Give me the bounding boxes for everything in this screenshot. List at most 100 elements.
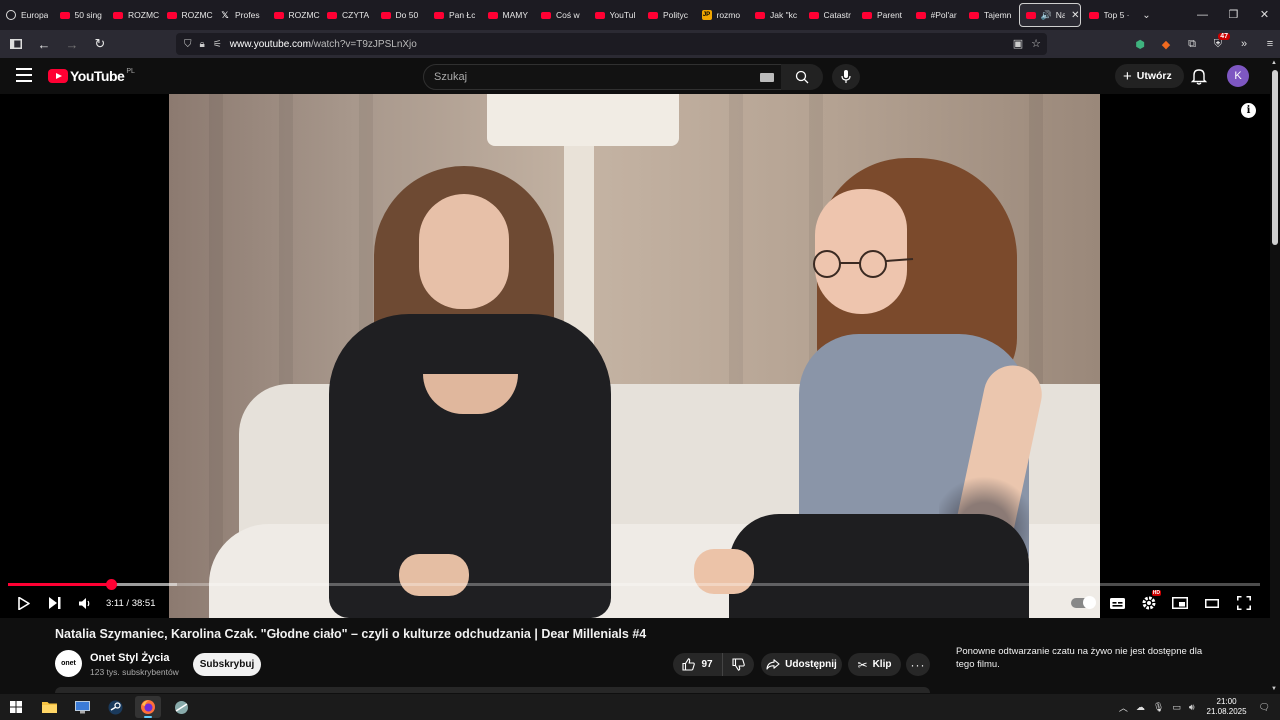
- overflow-chevron-icon[interactable]: »: [1234, 33, 1254, 55]
- browser-tab[interactable]: JP rozmo: [696, 0, 750, 30]
- app-icon[interactable]: [168, 696, 194, 718]
- browser-tab[interactable]: MAMY: [482, 0, 536, 30]
- tray-chevron-up-icon[interactable]: ︿: [1119, 701, 1128, 714]
- browser-tab[interactable]: Tajemn: [963, 0, 1017, 30]
- browser-tab[interactable]: Europa: [0, 0, 54, 30]
- dislike-button[interactable]: [723, 653, 754, 676]
- youtube-icon: [166, 11, 177, 19]
- browser-tab[interactable]: 𝕏 Profes: [214, 0, 268, 30]
- voice-search-button[interactable]: [832, 64, 860, 90]
- scroll-down-icon[interactable]: ▼: [1271, 686, 1277, 692]
- reload-icon[interactable]: ↻: [88, 32, 112, 56]
- fox-extension-icon[interactable]: ◆: [1156, 33, 1176, 55]
- tray-microphone-icon[interactable]: 🎙︎: [1153, 702, 1164, 713]
- bookmark-star-icon[interactable]: ☆: [1031, 37, 1041, 50]
- lock-icon[interactable]: 🔒︎: [200, 39, 205, 50]
- ublock-icon[interactable]: ⛨ 47: [1208, 33, 1230, 55]
- subscribe-button[interactable]: Subskrybuj: [193, 653, 261, 676]
- notifications-icon[interactable]: 🗨︎: [1259, 702, 1270, 713]
- browser-tab-strip: Europa 50 sing ROZMC ROZMC 𝕏 Profes ROZMC…: [0, 0, 1280, 30]
- chevron-down-icon[interactable]: ⌄: [1137, 10, 1157, 21]
- forward-icon[interactable]: →: [60, 32, 84, 56]
- next-icon[interactable]: [46, 592, 64, 614]
- hamburger-icon[interactable]: [16, 68, 32, 82]
- steam-icon[interactable]: [102, 696, 128, 718]
- browser-tab[interactable]: #Pol'ar: [910, 0, 964, 30]
- browser-tab[interactable]: Do 50: [375, 0, 429, 30]
- theater-mode-icon[interactable]: [1202, 592, 1222, 614]
- volume-icon[interactable]: [76, 592, 94, 614]
- remote-desktop-icon[interactable]: [69, 696, 95, 718]
- autoplay-toggle[interactable]: [1071, 596, 1096, 609]
- browser-tab[interactable]: Coś w: [535, 0, 589, 30]
- search-button[interactable]: [781, 64, 823, 90]
- miniplayer-icon[interactable]: [1170, 592, 1190, 614]
- hamburger-menu-icon[interactable]: ≡: [1260, 33, 1280, 55]
- like-button[interactable]: 97: [673, 653, 723, 676]
- play-icon[interactable]: [14, 592, 34, 614]
- network-icon[interactable]: ▭: [1172, 702, 1181, 713]
- back-icon[interactable]: ←: [32, 32, 56, 56]
- browser-tab[interactable]: Polityc: [642, 0, 696, 30]
- firefox-icon[interactable]: [135, 696, 161, 718]
- speaker-icon[interactable]: 🔊: [1041, 10, 1052, 21]
- url-text[interactable]: www.youtube.com/watch?v=T9zJPSLnXjo: [230, 39, 417, 50]
- onedrive-cloud-icon[interactable]: ☁: [1136, 702, 1145, 713]
- channel-avatar[interactable]: onet: [55, 650, 82, 677]
- youtube-icon: [1025, 11, 1036, 19]
- clip-button[interactable]: ✂ Klip: [848, 653, 901, 676]
- browser-tab[interactable]: Pan Łc: [428, 0, 482, 30]
- tab-label: rozmo: [716, 10, 741, 20]
- sidebar-toggle-icon[interactable]: [4, 32, 28, 56]
- permissions-icon[interactable]: ⚟: [213, 39, 222, 50]
- shield-icon[interactable]: ⛉: [184, 39, 192, 50]
- browser-tab[interactable]: YouTul: [589, 0, 643, 30]
- create-button[interactable]: + Utwórz: [1115, 64, 1184, 88]
- address-bar[interactable]: ⛉ 🔒︎ ⚟ www.youtube.com/watch?v=T9zJPSLnX…: [176, 33, 1047, 55]
- more-actions-icon[interactable]: ···: [906, 653, 930, 676]
- channel-name[interactable]: Onet Styl Życia: [90, 652, 169, 664]
- youtube-logo[interactable]: YouTube PL: [48, 68, 135, 84]
- browser-tab[interactable]: ROZMC: [268, 0, 322, 30]
- progress-bar[interactable]: [8, 579, 1260, 590]
- subtitles-icon[interactable]: [1107, 592, 1127, 614]
- shield-extension-icon[interactable]: ⬢: [1130, 33, 1150, 55]
- description-box[interactable]: [55, 687, 930, 693]
- browser-tab[interactable]: Catastr: [803, 0, 857, 30]
- browser-tab-active[interactable]: 🔊Nat ✕: [1018, 3, 1081, 27]
- notifications-bell-icon[interactable]: [1190, 67, 1208, 85]
- scrollbar-thumb[interactable]: [1272, 70, 1278, 245]
- search-input[interactable]: [424, 65, 744, 89]
- video-player[interactable]: i 3:11 / 38:51 HD: [0, 94, 1270, 618]
- close-icon[interactable]: ✕: [1071, 10, 1079, 21]
- extensions-puzzle-icon[interactable]: ⧉: [1182, 33, 1202, 55]
- info-icon[interactable]: i: [1241, 103, 1256, 118]
- youtube-icon: [380, 11, 391, 19]
- user-avatar[interactable]: K: [1227, 65, 1249, 87]
- tray-volume-icon[interactable]: 🔊︎: [1189, 702, 1195, 713]
- minimize-icon[interactable]: —: [1187, 0, 1218, 30]
- restore-icon[interactable]: ❐: [1218, 0, 1249, 30]
- browser-tab[interactable]: ROZMC: [107, 0, 161, 30]
- browser-tab[interactable]: Parent: [856, 0, 910, 30]
- progress-scrubber-handle[interactable]: [105, 579, 117, 590]
- file-explorer-icon[interactable]: [36, 696, 62, 718]
- system-clock[interactable]: 21:00 21.08.2025: [1207, 697, 1247, 717]
- settings-gear-icon[interactable]: HD: [1138, 590, 1161, 614]
- windows-start-icon[interactable]: [3, 696, 29, 718]
- search-box[interactable]: [423, 64, 785, 90]
- browser-tab[interactable]: Jak "kc: [749, 0, 803, 30]
- fullscreen-icon[interactable]: [1234, 592, 1254, 614]
- scroll-up-icon[interactable]: ▲: [1271, 60, 1277, 66]
- reader-view-icon[interactable]: ▣: [1013, 37, 1023, 50]
- share-button[interactable]: Udostępnij: [761, 653, 842, 676]
- keyboard-icon[interactable]: [760, 73, 774, 82]
- close-window-icon[interactable]: ✕: [1249, 0, 1280, 30]
- browser-tab[interactable]: CZYTA: [321, 0, 375, 30]
- browser-tab[interactable]: Top 5 ·: [1083, 0, 1137, 30]
- browser-tab[interactable]: 50 sing: [54, 0, 108, 30]
- youtube-icon: [808, 11, 819, 19]
- page-scrollbar[interactable]: ▲ ▼: [1270, 58, 1280, 694]
- video-frame[interactable]: [169, 94, 1100, 618]
- browser-tab[interactable]: ROZMC: [161, 0, 215, 30]
